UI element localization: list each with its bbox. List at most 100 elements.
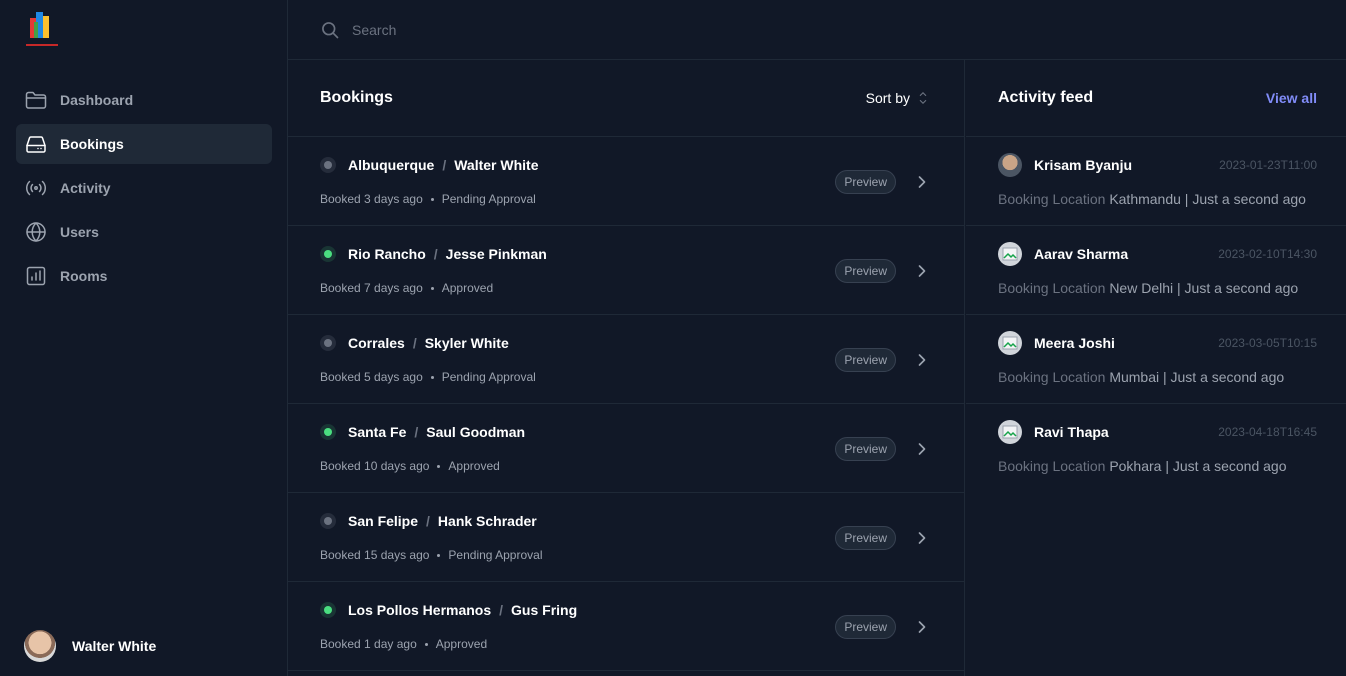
preview-button[interactable]: Preview (835, 259, 896, 283)
activity-user-name: Krisam Byanju (1034, 157, 1133, 173)
activity-prefix: Booking Location (998, 458, 1106, 474)
booking-name: Skyler White (424, 335, 509, 351)
activity-title: Activity feed (998, 89, 1094, 106)
chevron-right-icon[interactable] (912, 617, 932, 637)
bookings-header: Bookings Sort by (288, 60, 964, 137)
user-profile[interactable]: Walter White (24, 630, 156, 662)
status-dot (320, 513, 336, 529)
sidebar-nav: Dashboard Bookings Activity Users Rooms (16, 80, 272, 300)
activity-timestamp: 2023-03-05T10:15 (1218, 336, 1317, 350)
booking-location: Los Pollos Hermanos (348, 602, 492, 618)
chevron-right-icon[interactable] (912, 261, 932, 281)
activity-item[interactable]: Ravi Thapa 2023-04-18T16:45 Booking Loca… (966, 404, 1346, 493)
booked-time: Booked 5 days ago (320, 370, 423, 384)
sidebar-item-label: Activity (60, 180, 111, 196)
activity-location: Pokhara | Just a second ago (1109, 458, 1287, 474)
chevron-right-icon[interactable] (912, 350, 932, 370)
sidebar: Dashboard Bookings Activity Users Rooms (0, 0, 288, 676)
preview-button[interactable]: Preview (835, 615, 896, 639)
sidebar-item-users[interactable]: Users (16, 212, 272, 252)
dot-separator (437, 464, 441, 468)
booking-row[interactable]: San Felipe / Hank Schrader Booked 15 day… (288, 493, 964, 582)
preview-button[interactable]: Preview (835, 170, 896, 194)
booking-name: Gus Fring (511, 602, 578, 618)
booking-location: Rio Rancho (348, 246, 426, 262)
search-input[interactable] (352, 21, 952, 38)
booking-row[interactable]: Santa Fe / Saul Goodman Booked 10 days a… (288, 404, 964, 493)
booking-status: Approved (441, 281, 494, 295)
booking-location: Corrales (348, 335, 405, 351)
activity-prefix: Booking Location (998, 369, 1106, 385)
activity-timestamp: 2023-02-10T14:30 (1218, 247, 1317, 261)
activity-timestamp: 2023-01-23T11:00 (1219, 158, 1317, 172)
booked-time: Booked 7 days ago (320, 281, 423, 295)
chevron-right-icon[interactable] (912, 528, 932, 548)
booking-status: Pending Approval (441, 192, 536, 206)
sidebar-item-activity[interactable]: Activity (16, 168, 272, 208)
signal-icon (24, 176, 48, 200)
view-all-link[interactable]: View all (1266, 90, 1317, 106)
activity-detail: Booking Location Kathmandu | Just a seco… (998, 191, 1306, 207)
sidebar-item-label: Rooms (60, 268, 108, 284)
dot-separator (437, 553, 441, 557)
preview-button[interactable]: Preview (835, 348, 896, 372)
avatar (998, 153, 1022, 177)
activity-location: New Delhi | Just a second ago (1109, 280, 1299, 296)
broken-image-icon (998, 331, 1022, 355)
globe-icon (24, 220, 48, 244)
activity-user-name: Meera Joshi (1034, 335, 1115, 351)
preview-button[interactable]: Preview (835, 437, 896, 461)
status-dot (320, 246, 336, 262)
broken-image-icon (998, 420, 1022, 444)
booking-row[interactable]: Albuquerque / Walter White Booked 3 days… (288, 137, 964, 226)
bookings-title: Bookings (320, 89, 393, 106)
dot-separator (430, 286, 434, 290)
bookings-panel: Bookings Sort by Albuquerque / Walter Wh… (288, 60, 965, 676)
booking-location: Santa Fe (348, 424, 407, 440)
activity-detail: Booking Location Mumbai | Just a second … (998, 369, 1284, 385)
preview-button[interactable]: Preview (835, 526, 896, 550)
activity-panel: Activity feed View all Krisam Byanju 202… (966, 60, 1346, 676)
booking-location: Albuquerque (348, 157, 435, 173)
booking-row[interactable]: Corrales / Skyler White Booked 5 days ag… (288, 315, 964, 404)
activity-timestamp: 2023-04-18T16:45 (1218, 425, 1317, 439)
activity-item[interactable]: Krisam Byanju 2023-01-23T11:00 Booking L… (966, 137, 1346, 226)
search-bar (288, 0, 1346, 60)
separator-slash: / (442, 157, 447, 173)
sidebar-item-bookings[interactable]: Bookings (16, 124, 272, 164)
booking-name: Hank Schrader (437, 513, 537, 529)
sidebar-item-label: Users (60, 224, 99, 240)
dot-separator (430, 375, 434, 379)
chevron-right-icon[interactable] (912, 172, 932, 192)
activity-prefix: Booking Location (998, 191, 1106, 207)
sidebar-item-dashboard[interactable]: Dashboard (16, 80, 272, 120)
dot-separator (430, 197, 434, 201)
avatar (24, 630, 56, 662)
sort-button[interactable]: Sort by (866, 89, 932, 107)
dot-separator (424, 642, 428, 646)
search-icon (322, 21, 339, 38)
activity-prefix: Booking Location (998, 280, 1106, 296)
booking-row[interactable]: Rio Rancho / Jesse Pinkman Booked 7 days… (288, 226, 964, 315)
sidebar-item-label: Dashboard (60, 92, 134, 108)
activity-detail: Booking Location Pokhara | Just a second… (998, 458, 1287, 474)
sidebar-item-label: Bookings (60, 136, 124, 152)
sort-label: Sort by (865, 90, 910, 106)
separator-slash: / (433, 246, 438, 262)
activity-item[interactable]: Aarav Sharma 2023-02-10T14:30 Booking Lo… (966, 226, 1346, 315)
booking-row[interactable]: Los Pollos Hermanos / Gus Fring Booked 1… (288, 582, 964, 671)
separator-slash: / (414, 424, 419, 440)
status-dot (320, 424, 336, 440)
profile-name: Walter White (72, 638, 157, 654)
activity-detail: Booking Location New Delhi | Just a seco… (998, 280, 1298, 296)
chevron-right-icon[interactable] (912, 439, 932, 459)
chart-bar-icon (24, 264, 48, 288)
booked-time: Booked 10 days ago (320, 459, 430, 473)
activity-user-name: Aarav Sharma (1034, 246, 1129, 262)
sidebar-item-rooms[interactable]: Rooms (16, 256, 272, 296)
activity-item[interactable]: Meera Joshi 2023-03-05T10:15 Booking Loc… (966, 315, 1346, 404)
app-logo[interactable] (24, 8, 60, 50)
booking-name: Jesse Pinkman (445, 246, 547, 262)
booked-time: Booked 3 days ago (320, 192, 423, 206)
booked-time: Booked 15 days ago (320, 548, 430, 562)
